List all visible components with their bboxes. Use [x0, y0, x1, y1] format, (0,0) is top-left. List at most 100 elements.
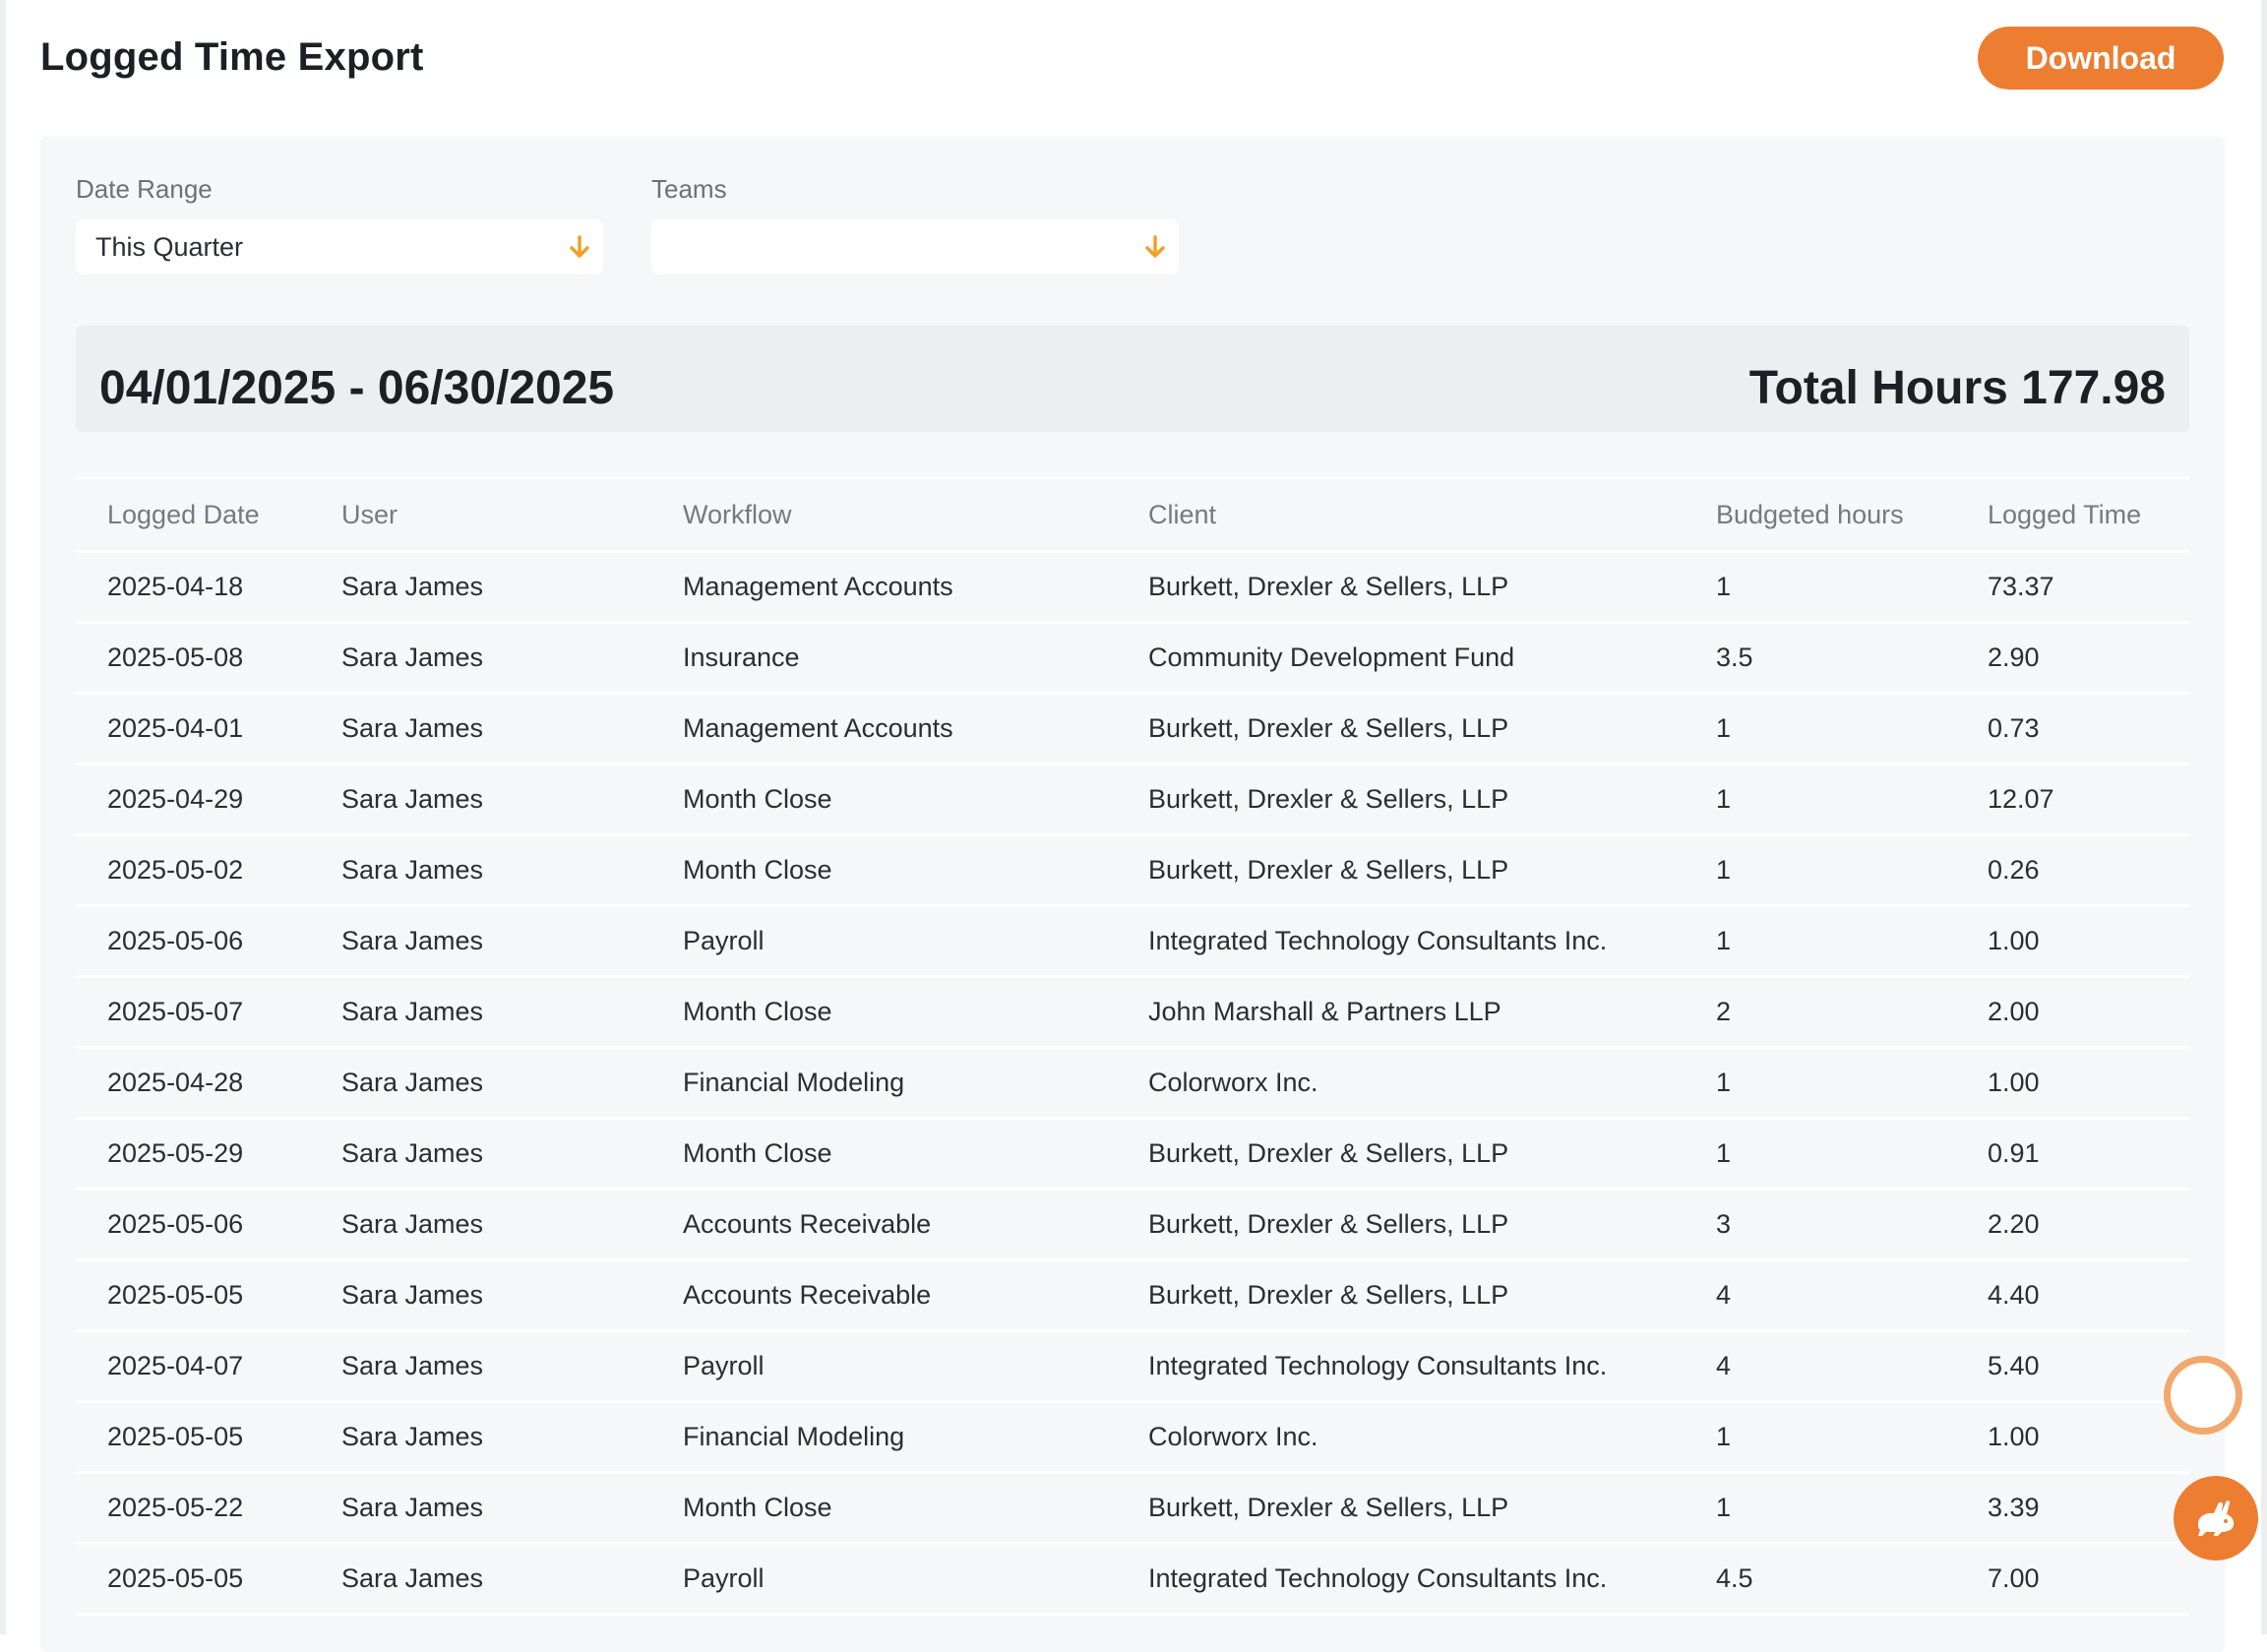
table-row: 2025-04-18 Sara James Management Accounts B… — [76, 551, 2189, 624]
cell-user: Sara James — [310, 1543, 651, 1616]
cell-client: Colorworx Inc. — [1117, 1401, 1685, 1474]
cell-budgeted-hours: 1 — [1685, 1401, 1956, 1474]
cell-logged-date: 2025-04-18 — [76, 551, 310, 624]
cell-budgeted-hours: 4 — [1685, 1330, 1956, 1403]
cell-workflow: Insurance — [651, 622, 1117, 695]
cell-logged-time: 4.40 — [1956, 1259, 2189, 1332]
table-row: 2025-05-07 Sara James Month Close John Mars… — [76, 976, 2189, 1049]
table-row: 2025-04-07 Sara James Payroll Integrated Te… — [76, 1330, 2189, 1403]
cell-budgeted-hours: 1 — [1685, 1118, 1956, 1191]
cell-client: Burkett, Drexler & Sellers, LLP — [1117, 1259, 1685, 1332]
cell-user: Sara James — [310, 1330, 651, 1403]
table-row: 2025-05-05 Sara James Accounts Receivable B… — [76, 1259, 2189, 1332]
cell-logged-date: 2025-05-02 — [76, 834, 310, 907]
cell-workflow: Financial Modeling — [651, 1047, 1117, 1120]
cell-user: Sara James — [310, 1047, 651, 1120]
cell-logged-date: 2025-04-01 — [76, 693, 310, 765]
table-row: 2025-05-22 Sara James Month Close Burkett, … — [76, 1472, 2189, 1545]
cell-workflow: Management Accounts — [651, 693, 1117, 765]
cell-workflow: Month Close — [651, 1118, 1117, 1191]
teams-select[interactable] — [651, 219, 1179, 275]
table-row: 2025-04-01 Sara James Management Accounts B… — [76, 693, 2189, 765]
cell-logged-time: 1.00 — [1956, 1401, 2189, 1474]
column-header-workflow[interactable]: Workflow — [651, 476, 1117, 553]
column-header-user[interactable]: User — [310, 476, 651, 553]
cell-client: Integrated Technology Consultants Inc. — [1117, 1543, 1685, 1616]
total-hours: Total Hours 177.98 — [1748, 362, 2166, 414]
cell-client: John Marshall & Partners LLP — [1117, 976, 1685, 1049]
cell-workflow: Management Accounts — [651, 551, 1117, 624]
cell-budgeted-hours: 1 — [1685, 1472, 1956, 1545]
right-edge — [2261, 0, 2267, 1634]
cell-logged-date: 2025-05-06 — [76, 1189, 310, 1261]
cell-logged-date: 2025-04-07 — [76, 1330, 310, 1403]
cell-budgeted-hours: 1 — [1685, 1047, 1956, 1120]
cell-user: Sara James — [310, 1472, 651, 1545]
cell-user: Sara James — [310, 976, 651, 1049]
cell-workflow: Month Close — [651, 1472, 1117, 1545]
date-range-summary: 04/01/2025 - 06/30/2025 — [99, 362, 615, 414]
summary-bar: 04/01/2025 - 06/30/2025 Total Hours 177.… — [76, 326, 2189, 432]
page-title: Logged Time Export — [40, 35, 424, 79]
cell-logged-date: 2025-05-07 — [76, 976, 310, 1049]
cell-user: Sara James — [310, 622, 651, 695]
cell-user: Sara James — [310, 764, 651, 836]
cell-budgeted-hours: 1 — [1685, 905, 1956, 978]
cell-logged-date: 2025-04-29 — [76, 764, 310, 836]
cell-logged-time: 0.26 — [1956, 834, 2189, 907]
column-header-budgeted-hours[interactable]: Budgeted hours — [1685, 476, 1956, 553]
cell-client: Integrated Technology Consultants Inc. — [1117, 1330, 1685, 1403]
cell-client: Burkett, Drexler & Sellers, LLP — [1117, 1189, 1685, 1261]
cell-logged-time: 5.40 — [1956, 1330, 2189, 1403]
cell-workflow: Accounts Receivable — [651, 1259, 1117, 1332]
table-row: 2025-04-29 Sara James Month Close Burkett, … — [76, 764, 2189, 836]
cell-logged-date: 2025-05-08 — [76, 622, 310, 695]
cell-budgeted-hours: 1 — [1685, 551, 1956, 624]
cell-logged-date: 2025-05-05 — [76, 1401, 310, 1474]
cell-user: Sara James — [310, 834, 651, 907]
cell-logged-date: 2025-05-05 — [76, 1259, 310, 1332]
table-row: 2025-04-28 Sara James Financial Modeling Co… — [76, 1047, 2189, 1120]
arrow-down-icon — [1145, 235, 1165, 258]
cell-budgeted-hours: 4 — [1685, 1259, 1956, 1332]
cell-logged-time: 2.20 — [1956, 1189, 2189, 1261]
cell-user: Sara James — [310, 1259, 651, 1332]
cell-client: Burkett, Drexler & Sellers, LLP — [1117, 693, 1685, 765]
cell-logged-date: 2025-05-29 — [76, 1118, 310, 1191]
cell-logged-date: 2025-05-05 — [76, 1543, 310, 1616]
cell-workflow: Financial Modeling — [651, 1401, 1117, 1474]
cell-budgeted-hours: 3 — [1685, 1189, 1956, 1261]
rabbit-icon — [2198, 1500, 2235, 1536]
cell-logged-time: 3.39 — [1956, 1472, 2189, 1545]
table-header-row: Logged Date User Workflow Client Budgeted ho… — [76, 476, 2189, 553]
cell-workflow: Month Close — [651, 764, 1117, 836]
arrow-down-icon — [570, 235, 589, 258]
table-row: 2025-05-08 Sara James Insurance Community D… — [76, 622, 2189, 695]
date-range-value: This Quarter — [95, 231, 244, 262]
cell-user: Sara James — [310, 905, 651, 978]
table-row: 2025-05-29 Sara James Month Close Burkett, … — [76, 1118, 2189, 1191]
cell-client: Burkett, Drexler & Sellers, LLP — [1117, 551, 1685, 624]
download-button[interactable]: Download — [1978, 27, 2224, 90]
cell-workflow: Month Close — [651, 834, 1117, 907]
cell-budgeted-hours: 3.5 — [1685, 622, 1956, 695]
cell-budgeted-hours: 4.5 — [1685, 1543, 1956, 1616]
cell-workflow: Payroll — [651, 905, 1117, 978]
cell-user: Sara James — [310, 693, 651, 765]
cell-user: Sara James — [310, 551, 651, 624]
column-header-logged-date[interactable]: Logged Date — [76, 476, 310, 553]
cell-client: Burkett, Drexler & Sellers, LLP — [1117, 1472, 1685, 1545]
cell-client: Integrated Technology Consultants Inc. — [1117, 905, 1685, 978]
column-header-client[interactable]: Client — [1117, 476, 1685, 553]
cell-logged-time: 1.00 — [1956, 905, 2189, 978]
chat-ring-icon[interactable] — [2164, 1356, 2242, 1435]
cell-logged-date: 2025-05-06 — [76, 905, 310, 978]
date-range-select[interactable]: This Quarter — [76, 219, 603, 275]
cell-logged-time: 2.00 — [1956, 976, 2189, 1049]
cell-client: Burkett, Drexler & Sellers, LLP — [1117, 1118, 1685, 1191]
rabbit-widget-button[interactable] — [2174, 1476, 2258, 1560]
cell-user: Sara James — [310, 1118, 651, 1191]
logged-time-table: Logged Date User Workflow Client Budgeted ho… — [76, 476, 2189, 1616]
table-row: 2025-05-06 Sara James Payroll Integrated Te… — [76, 905, 2189, 978]
column-header-logged-time[interactable]: Logged Time — [1956, 476, 2189, 553]
